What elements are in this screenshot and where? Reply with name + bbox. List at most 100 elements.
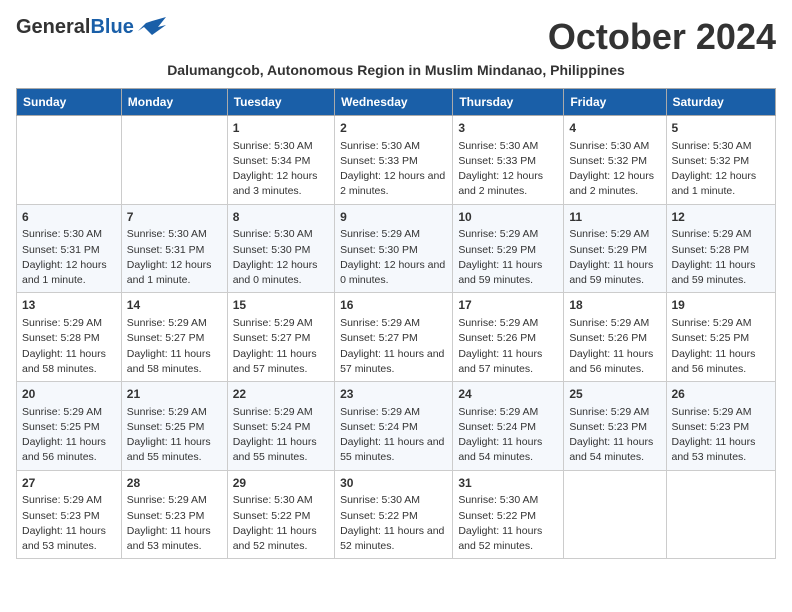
calendar-cell: 20 Sunrise: 5:29 AMSunset: 5:25 PMDayligh… xyxy=(17,382,122,471)
day-info: Sunrise: 5:30 AMSunset: 5:22 PMDaylight:… xyxy=(233,493,329,554)
day-info: Sunrise: 5:29 AMSunset: 5:23 PMDaylight:… xyxy=(127,493,222,554)
day-info: Sunrise: 5:30 AMSunset: 5:31 PMDaylight:… xyxy=(127,227,222,288)
day-info: Sunrise: 5:29 AMSunset: 5:25 PMDaylight:… xyxy=(672,316,771,377)
logo: GeneralBlue xyxy=(16,16,166,39)
day-number: 14 xyxy=(127,297,222,314)
day-number: 22 xyxy=(233,386,329,403)
calendar-cell: 7Sunrise: 5:30 AMSunset: 5:31 PMDaylight… xyxy=(121,204,227,293)
weekday-header-tuesday: Tuesday xyxy=(227,89,334,116)
calendar-cell: 11Sunrise: 5:29 AMSunset: 5:29 PMDayligh… xyxy=(564,204,666,293)
calendar-cell: 8Sunrise: 5:30 AMSunset: 5:30 PMDaylight… xyxy=(227,204,334,293)
day-number: 24 xyxy=(458,386,558,403)
calendar-cell: 6Sunrise: 5:30 AMSunset: 5:31 PMDaylight… xyxy=(17,204,122,293)
day-number: 15 xyxy=(233,297,329,314)
calendar-cell: 28Sunrise: 5:29 AMSunset: 5:23 PMDayligh… xyxy=(121,470,227,559)
day-number: 3 xyxy=(458,120,558,137)
day-info: Sunrise: 5:29 AMSunset: 5:28 PMDaylight:… xyxy=(22,316,116,377)
calendar-cell: 26Sunrise: 5:29 AMSunset: 5:23 PMDayligh… xyxy=(666,382,776,471)
weekday-header-thursday: Thursday xyxy=(453,89,564,116)
day-number: 30 xyxy=(340,475,447,492)
day-info: Sunrise: 5:30 AMSunset: 5:33 PMDaylight:… xyxy=(340,139,447,200)
day-number: 10 xyxy=(458,209,558,226)
day-info: Sunrise: 5:30 AMSunset: 5:34 PMDaylight:… xyxy=(233,139,329,200)
calendar-cell: 22 Sunrise: 5:29 AMSunset: 5:24 PMDayligh… xyxy=(227,382,334,471)
calendar-cell: 31Sunrise: 5:30 AMSunset: 5:22 PMDayligh… xyxy=(453,470,564,559)
calendar-cell xyxy=(17,116,122,205)
day-info: Sunrise: 5:30 AMSunset: 5:30 PMDaylight:… xyxy=(233,227,329,288)
calendar-cell: 25 Sunrise: 5:29 AMSunset: 5:23 PMDayligh… xyxy=(564,382,666,471)
calendar-cell: 18Sunrise: 5:29 AMSunset: 5:26 PMDayligh… xyxy=(564,293,666,382)
day-info: Sunrise: 5:29 AMSunset: 5:24 PMDaylight:… xyxy=(233,405,329,466)
calendar-cell: 13 Sunrise: 5:29 AMSunset: 5:28 PMDayligh… xyxy=(17,293,122,382)
day-number: 19 xyxy=(672,297,771,314)
day-info: Sunrise: 5:29 AMSunset: 5:25 PMDaylight:… xyxy=(22,405,116,466)
weekday-header-saturday: Saturday xyxy=(666,89,776,116)
calendar-cell: 5 Sunrise: 5:30 AMSunset: 5:32 PMDaylight… xyxy=(666,116,776,205)
day-info: Sunrise: 5:30 AMSunset: 5:33 PMDaylight:… xyxy=(458,139,558,200)
day-number: 7 xyxy=(127,209,222,226)
day-number: 29 xyxy=(233,475,329,492)
day-number: 18 xyxy=(569,297,660,314)
day-number: 13 xyxy=(22,297,116,314)
day-number: 4 xyxy=(569,120,660,137)
day-info: Sunrise: 5:30 AMSunset: 5:32 PMDaylight:… xyxy=(672,139,771,200)
day-info: Sunrise: 5:29 AMSunset: 5:29 PMDaylight:… xyxy=(458,227,558,288)
day-info: Sunrise: 5:30 AMSunset: 5:32 PMDaylight:… xyxy=(569,139,660,200)
weekday-header-friday: Friday xyxy=(564,89,666,116)
weekday-header-sunday: Sunday xyxy=(17,89,122,116)
calendar-cell: 16 Sunrise: 5:29 AMSunset: 5:27 PMDayligh… xyxy=(335,293,453,382)
day-info: Sunrise: 5:30 AMSunset: 5:22 PMDaylight:… xyxy=(458,493,558,554)
day-number: 21 xyxy=(127,386,222,403)
day-info: Sunrise: 5:29 AMSunset: 5:27 PMDaylight:… xyxy=(340,316,447,377)
day-number: 31 xyxy=(458,475,558,492)
day-number: 23 xyxy=(340,386,447,403)
calendar-cell: 12Sunrise: 5:29 AMSunset: 5:28 PMDayligh… xyxy=(666,204,776,293)
day-number: 9 xyxy=(340,209,447,226)
calendar-cell xyxy=(666,470,776,559)
day-info: Sunrise: 5:29 AMSunset: 5:23 PMDaylight:… xyxy=(22,493,116,554)
weekday-header-wednesday: Wednesday xyxy=(335,89,453,116)
calendar-cell: 1Sunrise: 5:30 AMSunset: 5:34 PMDaylight… xyxy=(227,116,334,205)
day-info: Sunrise: 5:29 AMSunset: 5:27 PMDaylight:… xyxy=(127,316,222,377)
logo-bird-icon xyxy=(138,17,166,39)
calendar-cell: 27Sunrise: 5:29 AMSunset: 5:23 PMDayligh… xyxy=(17,470,122,559)
calendar-cell: 30Sunrise: 5:30 AMSunset: 5:22 PMDayligh… xyxy=(335,470,453,559)
month-title: October 2024 xyxy=(548,16,776,58)
day-number: 5 xyxy=(672,120,771,137)
day-number: 6 xyxy=(22,209,116,226)
calendar-cell: 29Sunrise: 5:30 AMSunset: 5:22 PMDayligh… xyxy=(227,470,334,559)
day-info: Sunrise: 5:29 AMSunset: 5:29 PMDaylight:… xyxy=(569,227,660,288)
logo-text: GeneralBlue xyxy=(16,16,134,39)
day-number: 8 xyxy=(233,209,329,226)
calendar-cell: 19 Sunrise: 5:29 AMSunset: 5:25 PMDayligh… xyxy=(666,293,776,382)
calendar-cell: 3 Sunrise: 5:30 AMSunset: 5:33 PMDaylight… xyxy=(453,116,564,205)
day-number: 11 xyxy=(569,209,660,226)
day-number: 28 xyxy=(127,475,222,492)
calendar-cell: 24Sunrise: 5:29 AMSunset: 5:24 PMDayligh… xyxy=(453,382,564,471)
day-number: 20 xyxy=(22,386,116,403)
day-number: 12 xyxy=(672,209,771,226)
day-number: 2 xyxy=(340,120,447,137)
day-info: Sunrise: 5:29 AMSunset: 5:30 PMDaylight:… xyxy=(340,227,447,288)
day-info: Sunrise: 5:29 AMSunset: 5:23 PMDaylight:… xyxy=(569,405,660,466)
day-info: Sunrise: 5:29 AMSunset: 5:27 PMDaylight:… xyxy=(233,316,329,377)
calendar-cell: 14 Sunrise: 5:29 AMSunset: 5:27 PMDayligh… xyxy=(121,293,227,382)
day-info: Sunrise: 5:29 AMSunset: 5:24 PMDaylight:… xyxy=(340,405,447,466)
calendar-subtitle: Dalumangcob, Autonomous Region in Muslim… xyxy=(16,62,776,78)
day-info: Sunrise: 5:30 AMSunset: 5:22 PMDaylight:… xyxy=(340,493,447,554)
calendar-cell: 2 Sunrise: 5:30 AMSunset: 5:33 PMDaylight… xyxy=(335,116,453,205)
day-info: Sunrise: 5:30 AMSunset: 5:31 PMDaylight:… xyxy=(22,227,116,288)
day-info: Sunrise: 5:29 AMSunset: 5:28 PMDaylight:… xyxy=(672,227,771,288)
day-info: Sunrise: 5:29 AMSunset: 5:26 PMDaylight:… xyxy=(458,316,558,377)
day-number: 25 xyxy=(569,386,660,403)
calendar-cell: 10Sunrise: 5:29 AMSunset: 5:29 PMDayligh… xyxy=(453,204,564,293)
day-number: 17 xyxy=(458,297,558,314)
calendar-table: SundayMondayTuesdayWednesdayThursdayFrid… xyxy=(16,88,776,559)
day-number: 16 xyxy=(340,297,447,314)
calendar-cell: 21 Sunrise: 5:29 AMSunset: 5:25 PMDayligh… xyxy=(121,382,227,471)
calendar-cell: 9Sunrise: 5:29 AMSunset: 5:30 PMDaylight… xyxy=(335,204,453,293)
day-number: 26 xyxy=(672,386,771,403)
day-info: Sunrise: 5:29 AMSunset: 5:25 PMDaylight:… xyxy=(127,405,222,466)
calendar-cell xyxy=(564,470,666,559)
day-number: 27 xyxy=(22,475,116,492)
